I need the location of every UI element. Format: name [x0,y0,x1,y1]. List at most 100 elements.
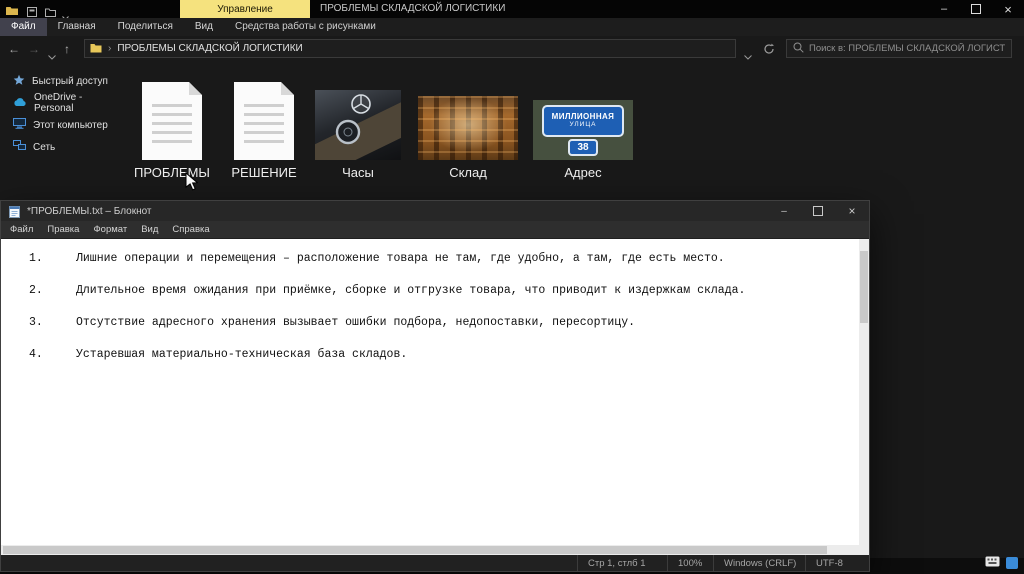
ribbon-tab-strip: Файл Главная Поделиться Вид Средства раб… [0,18,1024,37]
scrollbar-thumb[interactable] [3,546,827,554]
text-line: 3.Отсутствие адресного хранения вызывает… [1,307,859,339]
aisle-glow [418,96,518,160]
street-sign-name: МИЛЛИОННАЯ [552,112,615,121]
notepad-menubar: Файл Правка Формат Вид Справка [1,221,869,239]
desktop-screen: Управление ПРОБЛЕМЫ СКЛАДСКОЙ ЛОГИСТИКИ … [0,0,1024,574]
menu-help[interactable]: Справка [165,224,216,235]
sidebar-item-label: Быстрый доступ [32,76,108,87]
tab-home[interactable]: Главная [47,18,107,36]
line-number: 2. [29,275,76,307]
scrollbar-thumb[interactable] [860,251,868,323]
file-tile-problems[interactable]: ПРОБЛЕМЫ [128,78,216,180]
mouse-cursor-icon [185,172,198,196]
search-input[interactable] [809,43,1005,54]
keyboard-tray-icon[interactable] [985,554,1000,572]
search-icon [793,40,804,58]
tab-picture-tools[interactable]: Средства работы с рисунками [224,18,387,36]
file-name: ПРОБЛЕМЫ [134,165,210,180]
sidebar-item-quick-access[interactable]: Быстрый доступ [0,70,112,92]
text-line: 1.Лишние операции и перемещения – распол… [1,243,859,275]
up-icon[interactable]: ↑ [64,36,70,62]
status-zoom-level: 100% [667,555,713,571]
notepad-close-button[interactable]: × [835,201,869,221]
line-number: 3. [29,307,76,339]
status-cursor-position: Стр 1, стлб 1 [577,555,667,571]
sidebar-item-onedrive[interactable]: OneDrive - Personal [0,92,112,114]
menu-edit[interactable]: Правка [40,224,86,235]
file-tile-solution[interactable]: РЕШЕНИЕ [220,78,308,180]
status-encoding: UTF-8 [805,555,869,571]
sidebar-item-network[interactable]: Сеть [0,136,112,158]
recent-locations-chevron-icon[interactable] [48,47,56,65]
street-sign-number: 38 [568,139,598,156]
file-tile-warehouse[interactable]: Склад [414,78,522,180]
notepad-text-area[interactable]: 1.Лишние операции и перемещения – распол… [1,239,859,545]
explorer-window-title: ПРОБЛЕМЫ СКЛАДСКОЙ ЛОГИСТИКИ [320,0,505,18]
star-icon [13,74,25,89]
sidebar-item-this-pc[interactable]: Этот компьютер [0,114,112,136]
notepad-window-title: *ПРОБЛЕМЫ.txt – Блокнот [27,206,152,217]
back-icon[interactable]: ← [8,36,20,62]
folder-icon [90,40,102,58]
tab-view[interactable]: Вид [184,18,224,36]
line-text: Отсутствие адресного хранения вызывает о… [76,316,635,329]
file-tile-address[interactable]: МИЛЛИОННАЯ УЛИЦА 38 Адрес [529,78,637,180]
line-text: Устаревшая материально-техническая база … [76,348,407,361]
statusbar-spacer [1,555,577,571]
ribbon-contextual-tab-manage[interactable]: Управление [180,0,310,18]
explorer-window-controls: – × [928,0,1024,18]
navigation-pane: Быстрый доступ OneDrive - Personal Этот … [0,70,112,158]
notepad-minimize-button[interactable]: – [767,201,801,221]
cloud-icon [13,97,27,110]
street-sign-type: УЛИЦА [570,121,597,128]
computer-icon [13,118,26,132]
network-icon [13,140,26,154]
forward-icon[interactable]: → [28,36,40,62]
maximize-icon [971,4,981,14]
sidebar-item-label: Этот компьютер [33,120,108,131]
file-name: РЕШЕНИЕ [231,165,296,180]
scrollbar-corner [859,545,869,555]
file-tile-watch[interactable]: Часы [312,78,404,180]
page-fold-icon [189,82,202,95]
notepad-maximize-button[interactable] [801,201,835,221]
address-bar[interactable]: › ПРОБЛЕМЫ СКЛАДСКОЙ ЛОГИСТИКИ [84,39,736,58]
explorer-titlebar: Управление ПРОБЛЕМЫ СКЛАДСКОЙ ЛОГИСТИКИ … [0,0,1024,18]
menu-view[interactable]: Вид [134,224,165,235]
search-box[interactable] [786,39,1012,58]
refresh-icon[interactable] [763,42,775,60]
line-number: 1. [29,243,76,275]
text-line: 4.Устаревшая материально-техническая баз… [1,339,859,371]
minimize-button[interactable]: – [928,0,960,18]
address-toolbar: ← → ↑ › ПРОБЛЕМЫ СКЛАДСКОЙ ЛОГИСТИКИ [0,36,1024,62]
file-name: Адрес [564,165,601,180]
tab-file[interactable]: Файл [0,18,47,36]
text-line: 2.Длительное время ожидания при приёмке,… [1,275,859,307]
horizontal-scrollbar[interactable] [1,545,859,555]
page-fold-icon [281,82,294,95]
file-name: Склад [449,165,487,180]
tab-share[interactable]: Поделиться [107,18,184,36]
breadcrumb-path[interactable]: ПРОБЛЕМЫ СКЛАДСКОЙ ЛОГИСТИКИ [117,43,302,54]
line-text: Длительное время ожидания при приёмке, с… [76,284,745,297]
app-tray-icon[interactable] [1006,557,1018,569]
text-document-icon [234,82,294,160]
menu-file[interactable]: Файл [3,224,40,235]
menu-format[interactable]: Формат [86,224,134,235]
text-document-icon [142,82,202,160]
notepad-window: *ПРОБЛЕМЫ.txt – Блокнот – × Файл Правка … [0,200,870,572]
warehouse-photo-thumbnail [418,96,518,160]
notepad-titlebar[interactable]: *ПРОБЛЕМЫ.txt – Блокнот – × [1,201,869,221]
watch-photo-thumbnail [315,90,401,160]
breadcrumb-chevron-icon: › [108,43,111,54]
address-dropdown-chevron-icon[interactable] [744,47,752,65]
vertical-scrollbar[interactable] [859,239,869,545]
sidebar-item-label: Сеть [33,142,55,153]
document-lines [152,104,192,148]
status-line-ending: Windows (CRLF) [713,555,805,571]
line-number: 4. [29,339,76,371]
notepad-window-controls: – × [767,201,869,221]
close-button[interactable]: × [992,0,1024,18]
document-lines [244,104,284,148]
maximize-button[interactable] [960,0,992,18]
